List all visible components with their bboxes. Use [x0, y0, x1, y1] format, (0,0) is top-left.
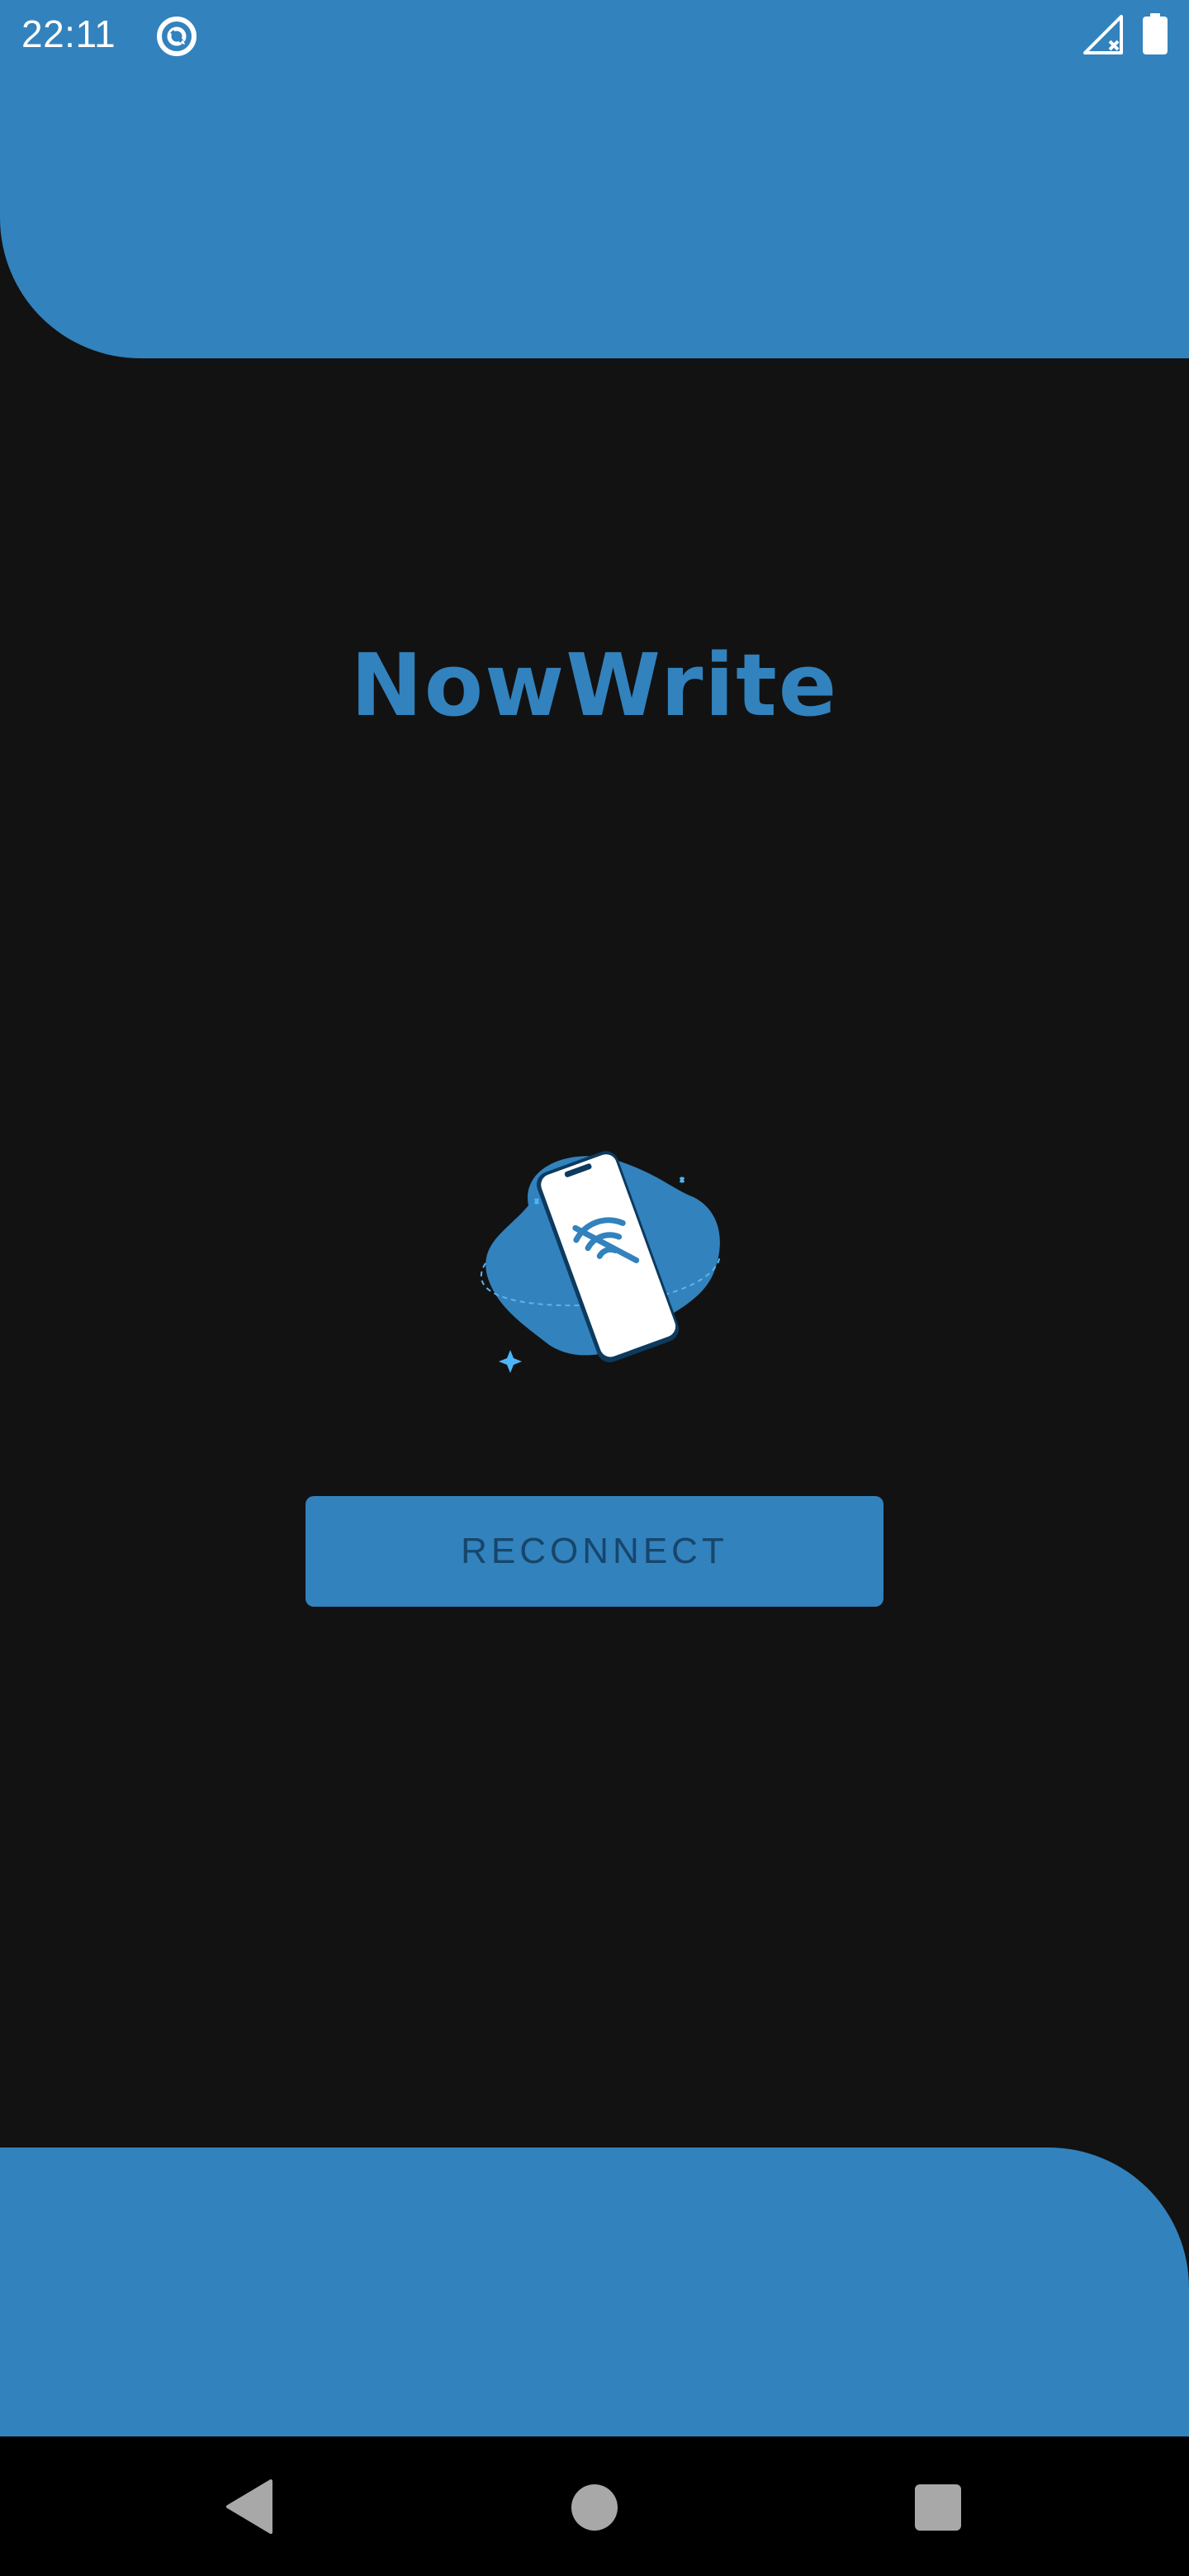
phone-no-connection-illustration — [480, 1151, 721, 1373]
status-time: 22:11 — [21, 12, 116, 55]
back-triangle-icon[interactable] — [223, 2478, 276, 2536]
recents-square-icon[interactable] — [915, 2484, 961, 2531]
bottom-decorative-panel — [0, 2147, 1189, 2436]
home-circle-icon[interactable] — [571, 2484, 618, 2531]
reconnect-button-label: RECONNECT — [461, 1531, 728, 1571]
sync-badge-icon — [157, 17, 197, 56]
app-screen: 22:11 NowWrite RECONNECT — [0, 0, 1189, 2576]
reconnect-button[interactable]: RECONNECT — [306, 1496, 883, 1607]
system-navigation-bar — [0, 2436, 1189, 2576]
battery-full-icon — [1143, 13, 1168, 54]
signal-no-service-icon — [1083, 15, 1123, 54]
app-title: NowWrite — [350, 635, 839, 736]
status-bar: 22:11 — [0, 0, 1189, 71]
